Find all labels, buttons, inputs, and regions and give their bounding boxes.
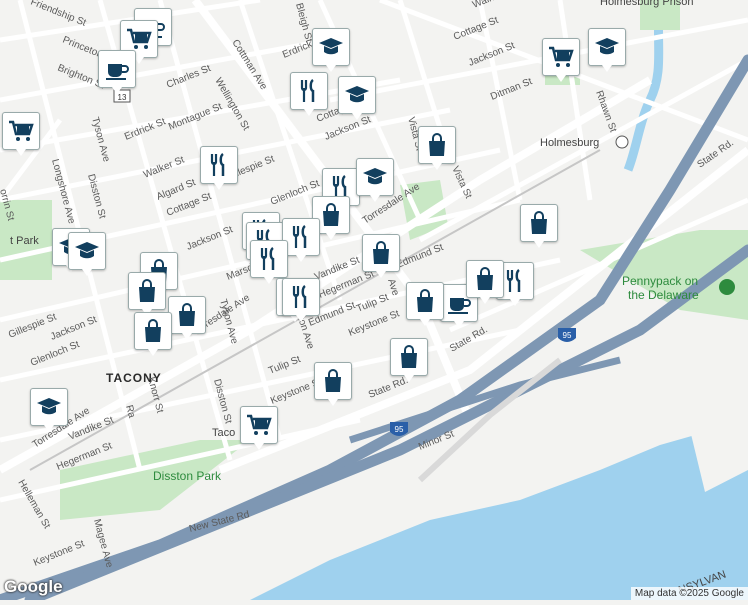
svg-text:13: 13 (118, 93, 127, 102)
restaurant-icon (292, 284, 307, 308)
map-marker[interactable] (240, 406, 278, 450)
map-marker[interactable] (542, 38, 580, 82)
shopping-bag-icon (145, 319, 161, 342)
map-marker[interactable] (338, 76, 376, 120)
svg-text:Walker St: Walker St (471, 0, 515, 11)
school-icon (75, 242, 99, 259)
svg-text:Tulip St: Tulip St (355, 292, 390, 315)
map-marker[interactable] (2, 112, 40, 156)
map-marker[interactable] (250, 240, 288, 284)
map-marker[interactable] (168, 296, 206, 340)
svg-text:Keystone St: Keystone St (32, 538, 86, 568)
shopping-bag-icon (417, 289, 433, 312)
svg-text:Erdrick St: Erdrick St (123, 116, 168, 143)
restaurant-icon (292, 224, 307, 248)
park-label: t Park (10, 235, 39, 247)
svg-text:Edmund St: Edmund St (395, 242, 445, 271)
svg-text:Magee Ave: Magee Ave (91, 518, 115, 569)
shopping-bag-icon (139, 279, 155, 302)
map-marker[interactable] (312, 28, 350, 72)
place-label: Holmesburg Prison (600, 0, 694, 8)
shopping-cart-icon (247, 414, 272, 435)
shopping-cart-icon (127, 28, 152, 49)
shopping-cart-icon (549, 46, 574, 67)
map-marker[interactable] (282, 278, 320, 322)
map-marker[interactable] (98, 50, 136, 94)
shopping-bag-icon (323, 203, 339, 226)
interstate-shield: 95 (390, 422, 408, 436)
map-marker[interactable] (520, 204, 558, 248)
delaware-river (250, 420, 748, 600)
svg-text:Friendship St: Friendship St (29, 0, 88, 29)
place-label: Taco (212, 427, 235, 439)
map-marker[interactable] (290, 72, 328, 116)
school-icon (37, 398, 61, 415)
map-marker[interactable] (362, 234, 400, 278)
restaurant-icon (260, 246, 275, 270)
svg-text:Keystone St: Keystone St (347, 308, 401, 338)
restaurant-icon (210, 152, 225, 176)
place-label: Holmesburg (540, 137, 599, 149)
svg-text:Helleman St: Helleman St (15, 478, 52, 531)
svg-text:Tulip St: Tulip St (267, 354, 302, 377)
shopping-bag-icon (477, 267, 493, 290)
shopping-bag-icon (373, 241, 389, 264)
svg-text:Tyson Ave: Tyson Ave (89, 116, 112, 164)
map-marker[interactable] (314, 362, 352, 406)
map-marker[interactable] (134, 312, 172, 356)
restaurant-icon (300, 78, 315, 102)
park-label: Disston Park (153, 469, 222, 483)
google-logo: Google (4, 577, 63, 596)
map-marker[interactable] (418, 126, 456, 170)
map-marker[interactable] (466, 260, 504, 304)
map-marker[interactable] (588, 28, 626, 72)
svg-text:Walker St: Walker St (142, 154, 186, 180)
interstate-shield: 95 (558, 328, 576, 342)
school-icon (595, 38, 619, 55)
school-icon (345, 86, 369, 103)
park-label: the Delaware (628, 288, 699, 302)
map-marker[interactable] (68, 232, 106, 276)
svg-text:Bleigh St: Bleigh St (293, 2, 314, 44)
school-icon (363, 168, 387, 185)
map-marker[interactable] (390, 338, 428, 382)
shopping-bag-icon (325, 369, 341, 392)
coffee-icon (106, 64, 129, 80)
shopping-cart-icon (9, 120, 34, 141)
svg-text:95: 95 (395, 425, 404, 434)
shopping-bag-icon (401, 345, 417, 368)
map-marker[interactable] (406, 282, 444, 326)
shopping-bag-icon (531, 211, 547, 234)
map-marker[interactable] (356, 158, 394, 202)
shopping-bag-icon (179, 303, 195, 326)
map-marker[interactable] (30, 388, 68, 432)
svg-text:95: 95 (563, 331, 572, 340)
restaurant-icon (506, 268, 521, 292)
shopping-bag-icon (429, 133, 445, 156)
map-attribution: Map data ©2025 Google (630, 587, 748, 600)
park-label: Pennypack on (622, 274, 698, 288)
map-marker[interactable] (128, 272, 166, 316)
map-marker[interactable] (200, 146, 238, 190)
school-icon (319, 38, 343, 55)
